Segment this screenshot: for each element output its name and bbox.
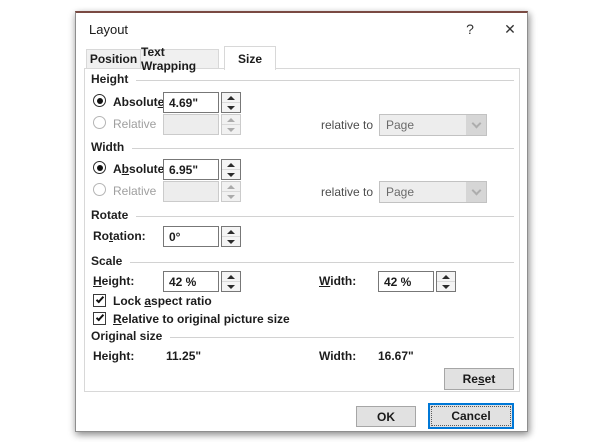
- divider: [136, 80, 514, 81]
- scale-section-header: Scale: [91, 255, 514, 268]
- chevron-down-icon: [466, 115, 486, 135]
- spin-up-icon: [222, 115, 240, 124]
- screen: Layout ? ✕ Position Text Wrapping Size H…: [0, 0, 600, 442]
- tab-text-wrapping-label: Text Wrapping: [141, 45, 197, 73]
- spin-down-icon: [222, 124, 240, 134]
- reset-button[interactable]: Re s et: [444, 368, 514, 390]
- height-relative-radio: [93, 116, 106, 129]
- spin-up-icon[interactable]: [222, 227, 240, 236]
- scale-width-label: Width:: [319, 274, 357, 288]
- spin-down-icon[interactable]: [437, 281, 455, 291]
- ok-button[interactable]: OK: [356, 406, 416, 427]
- width-relative-to-label: relative to: [321, 185, 374, 199]
- width-relative-radio: [93, 183, 106, 196]
- spin-down-icon[interactable]: [222, 102, 240, 112]
- tab-size-label: Size: [237, 51, 262, 66]
- height-section-header: Height: [91, 73, 514, 86]
- height-absolute-radio[interactable]: [93, 94, 106, 107]
- spin-up-icon[interactable]: [222, 160, 240, 169]
- spin-up-icon[interactable]: [437, 272, 455, 281]
- checkmark-icon: [95, 294, 105, 304]
- original-height-value: 11.25": [166, 349, 202, 363]
- spin-up-icon[interactable]: [222, 272, 240, 281]
- dropdown-value: Page: [386, 118, 415, 132]
- divider: [130, 262, 514, 263]
- chevron-down-icon: [466, 182, 486, 202]
- height-relative-to-dropdown: Page: [379, 114, 487, 136]
- height-relative-input: [163, 114, 219, 135]
- width-relative-spinner: [221, 181, 241, 202]
- width-absolute-input[interactable]: [163, 159, 219, 180]
- rotation-input[interactable]: [163, 226, 219, 247]
- tab-text-wrapping[interactable]: Text Wrapping: [140, 45, 219, 73]
- spin-up-icon[interactable]: [222, 93, 240, 102]
- spin-down-icon: [222, 191, 240, 201]
- spin-up-icon: [222, 182, 240, 191]
- width-relative-label: Relative: [113, 184, 157, 198]
- lock-aspect-ratio-label: Lock aspect ratio: [113, 294, 212, 308]
- height-absolute-label: Absolute: [113, 95, 165, 109]
- width-absolute-spinner[interactable]: [221, 159, 241, 180]
- checkmark-icon: [95, 312, 105, 322]
- height-absolute-spinner[interactable]: [221, 92, 241, 113]
- rotation-spinner[interactable]: [221, 226, 241, 247]
- scale-width-input[interactable]: [378, 271, 434, 292]
- close-icon[interactable]: ✕: [501, 20, 519, 38]
- scale-height-label: Height:: [93, 274, 135, 288]
- relative-to-original-label: Relative to original picture size: [113, 312, 290, 326]
- original-height-label: Height:: [93, 349, 135, 363]
- height-relative-label: Relative: [113, 117, 157, 131]
- radio-dot: [96, 164, 103, 171]
- height-relative-to-label: relative to: [321, 118, 374, 132]
- lock-aspect-ratio-checkbox[interactable]: [93, 294, 106, 307]
- tab-size[interactable]: Size: [224, 46, 276, 70]
- scale-height-spinner[interactable]: [221, 271, 241, 292]
- spin-down-icon[interactable]: [222, 169, 240, 179]
- help-icon[interactable]: ?: [461, 20, 479, 38]
- scale-height-input[interactable]: [163, 271, 219, 292]
- tab-position-label: Position: [89, 52, 138, 66]
- divider: [132, 148, 514, 149]
- dialog-title: Layout: [89, 22, 129, 37]
- width-section-header: Width: [91, 141, 514, 154]
- height-relative-spinner: [221, 114, 241, 135]
- spin-down-icon[interactable]: [222, 236, 240, 246]
- radio-dot: [96, 97, 103, 104]
- tab-position[interactable]: Position: [86, 49, 141, 69]
- original-width-label: Width:: [319, 349, 357, 363]
- cancel-button[interactable]: Cancel: [428, 403, 514, 429]
- divider: [170, 337, 514, 338]
- width-relative-input: [163, 181, 219, 202]
- dropdown-value: Page: [386, 185, 415, 199]
- scale-width-spinner[interactable]: [436, 271, 456, 292]
- width-relative-to-dropdown: Page: [379, 181, 487, 203]
- width-absolute-label: Absolute: [113, 162, 165, 176]
- width-absolute-radio[interactable]: [93, 161, 106, 174]
- height-absolute-input[interactable]: [163, 92, 219, 113]
- rotate-section-header: Rotate: [91, 209, 514, 222]
- layout-dialog: Layout ? ✕ Position Text Wrapping Size H…: [75, 11, 528, 432]
- original-width-value: 16.67": [378, 349, 414, 363]
- rotation-label: Rotation:: [93, 229, 146, 243]
- divider: [136, 216, 514, 217]
- original-size-section-header: Original size: [91, 330, 514, 343]
- relative-to-original-checkbox[interactable]: [93, 312, 106, 325]
- spin-down-icon[interactable]: [222, 281, 240, 291]
